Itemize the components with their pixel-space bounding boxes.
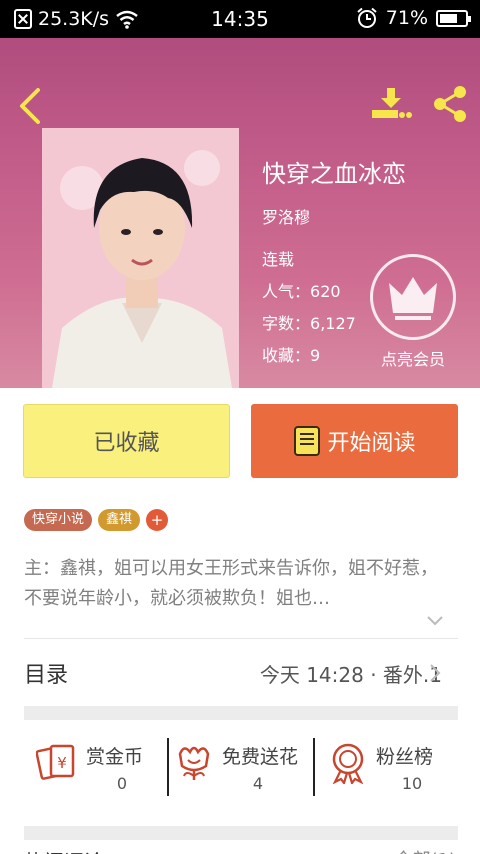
book-cover[interactable] <box>42 128 239 388</box>
collected-button[interactable]: 已收藏 <box>23 404 230 478</box>
action-separator <box>167 738 169 796</box>
book-header: 快穿之血冰恋 罗洛穆 连载 人气：620 字数：6,127 收藏：9 点亮会员 <box>0 38 480 388</box>
stat-word-count-label: 字数： <box>262 314 311 333</box>
catalog-label: 目录 <box>24 663 69 688</box>
share-icon <box>434 86 466 122</box>
comments-section-title: 热门评论 <box>24 846 104 854</box>
coin-envelope-icon: ¥ <box>36 744 75 780</box>
battery-icon <box>436 9 471 27</box>
action-separator <box>313 738 315 796</box>
start-reading-label: 开始阅读 <box>327 431 416 456</box>
reward-coins-count: 0 <box>116 774 128 793</box>
divider <box>24 638 458 639</box>
cover-portrait-image <box>42 128 239 388</box>
collected-label: 已收藏 <box>93 431 160 456</box>
section-gap <box>24 826 458 840</box>
section-gap <box>24 706 458 720</box>
fan-ranking-count: 10 <box>401 774 423 793</box>
svg-text:¥: ¥ <box>57 754 67 772</box>
book-status: 连载 <box>262 250 295 269</box>
medal-icon <box>332 743 364 784</box>
send-flower-count: 4 <box>252 774 264 793</box>
crown-icon <box>389 277 437 320</box>
stat-word-count: 字数：6,127 <box>262 310 356 334</box>
stat-popularity: 人气：620 <box>262 278 341 302</box>
stat-favorites-label: 收藏： <box>262 346 311 365</box>
back-button[interactable] <box>14 86 48 126</box>
add-tag-button[interactable]: + <box>146 509 169 531</box>
book-author[interactable]: 罗洛穆 <box>262 204 310 228</box>
book-icon <box>294 426 321 456</box>
all-comments-link[interactable]: 全部(1) <box>395 846 457 854</box>
tag-genre[interactable]: 快穿小说 <box>24 509 93 531</box>
flower-icon <box>178 746 210 780</box>
download-button[interactable] <box>370 86 412 124</box>
tag-character[interactable]: 鑫祺 <box>98 509 141 531</box>
vip-membership-button[interactable] <box>370 254 456 340</box>
start-reading-button[interactable]: 开始阅读 <box>251 404 458 478</box>
fan-ranking-label: 粉丝榜 <box>376 746 434 768</box>
stat-favorites: 收藏：9 <box>262 342 320 366</box>
stat-word-count-value: 6,127 <box>310 314 356 333</box>
chevron-down-icon[interactable] <box>426 612 444 630</box>
chevron-left-icon <box>20 88 40 124</box>
reward-coins-label: 赏金币 <box>86 746 144 768</box>
book-description: 主：鑫祺，姐可以用女王形式来告诉你，姐不好惹，不要说年龄小，就必须被欺负！姐也… <box>24 558 438 609</box>
chevron-right-icon <box>430 664 441 682</box>
status-right: 71% <box>356 7 471 29</box>
book-title: 快穿之血冰恋 <box>262 160 406 188</box>
stat-popularity-label: 人气： <box>262 282 311 301</box>
battery-percent: 71% <box>385 7 428 29</box>
status-bar: 25.3K/s 14:35 71% <box>0 0 480 38</box>
download-icon <box>372 88 412 118</box>
tag-list: 快穿小说 鑫祺 + <box>24 509 169 531</box>
share-button[interactable] <box>430 84 470 124</box>
stat-popularity-value: 620 <box>310 282 341 301</box>
battery-level <box>440 13 457 23</box>
alarm-icon <box>357 7 377 28</box>
stat-favorites-value: 9 <box>310 346 321 365</box>
send-flower-label: 免费送花 <box>222 746 299 768</box>
vip-label: 点亮会员 <box>380 350 445 369</box>
latest-chapter: 今天 14:28 · 番外.1 <box>259 663 442 687</box>
